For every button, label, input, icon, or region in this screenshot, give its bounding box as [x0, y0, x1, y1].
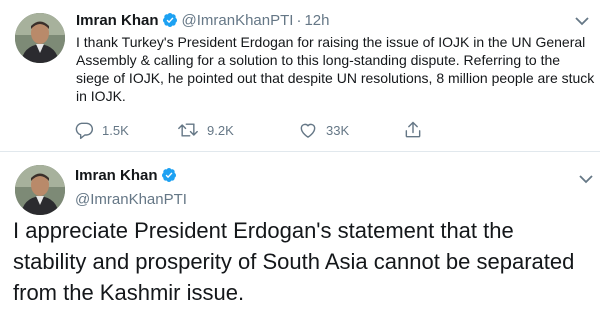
tweet-header: Imran Khan @ImranKhanPTI · 12h — [76, 11, 329, 34]
avatar[interactable] — [15, 13, 65, 63]
chevron-down-icon[interactable] — [578, 172, 594, 190]
tweet-card[interactable]: Imran Khan @ImranKhanPTI · 12h I thank Tur… — [0, 0, 600, 152]
avatar-image — [15, 13, 65, 63]
author-handle[interactable]: @ImranKhanPTI — [182, 12, 294, 29]
reply-icon — [75, 122, 94, 140]
verified-badge-icon — [161, 167, 177, 189]
author-handle[interactable]: @ImranKhanPTI — [75, 190, 187, 210]
reply-count: 1.5K — [102, 122, 129, 138]
divider — [0, 151, 600, 152]
share-button[interactable] — [403, 120, 423, 140]
retweet-icon — [178, 123, 198, 137]
author-name[interactable]: Imran Khan — [75, 167, 158, 184]
like-button[interactable]: 33K — [298, 120, 349, 140]
avatar-image — [15, 165, 65, 215]
tweet-header: Imran Khan @ImranKhanPTI — [75, 166, 187, 210]
timestamp[interactable]: 12h — [304, 12, 329, 29]
tweet-text: I thank Turkey's President Erdogan for r… — [76, 34, 595, 104]
avatar[interactable] — [15, 165, 65, 215]
chevron-down-icon[interactable] — [574, 14, 590, 32]
separator-dot: · — [296, 12, 302, 29]
reply-button[interactable]: 1.5K — [74, 120, 129, 140]
author-name[interactable]: Imran Khan — [76, 12, 159, 29]
share-icon — [405, 121, 421, 138]
heart-icon — [300, 123, 316, 138]
verified-badge-icon — [162, 12, 178, 34]
like-count: 33K — [326, 122, 350, 138]
tweet-text-large: I appreciate President Erdogan's stateme… — [13, 218, 575, 305]
retweet-count: 9.2K — [207, 122, 234, 138]
retweet-button[interactable]: 9.2K — [177, 120, 234, 140]
